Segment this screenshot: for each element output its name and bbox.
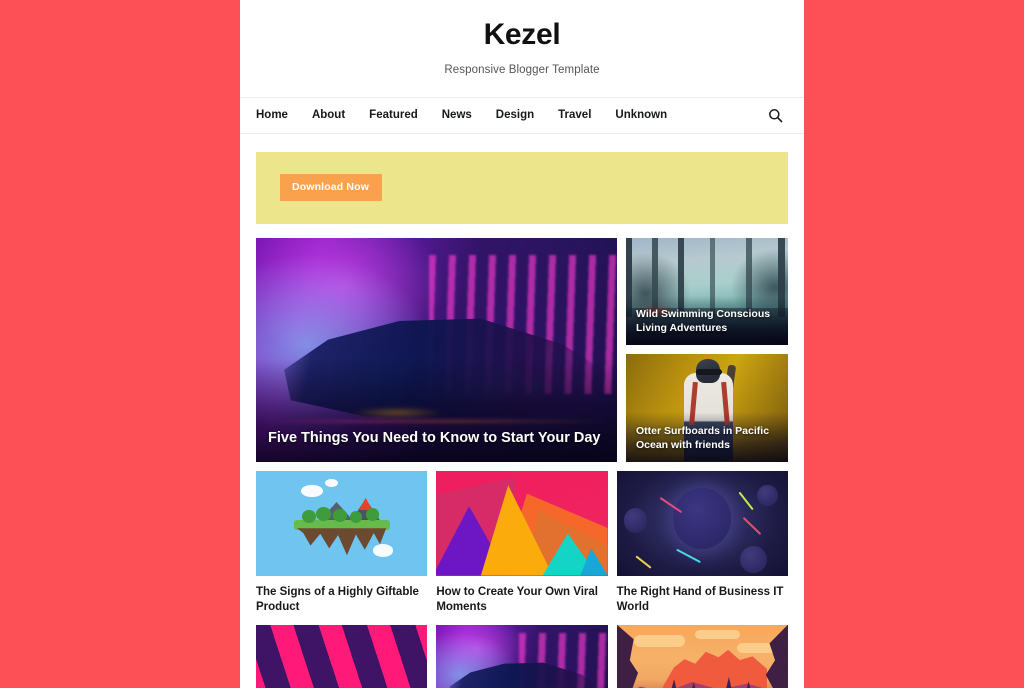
nav-item-travel[interactable]: Travel [558, 109, 607, 121]
nav-item-design[interactable]: Design [496, 109, 550, 121]
featured-hero-card[interactable]: Five Things You Need to Know to Start Yo… [256, 237, 617, 462]
nav-list: Home About Featured News Design Travel U… [256, 109, 764, 121]
post-grid: The Signs of a Highly Giftable Product H… [256, 470, 788, 688]
featured-side-card-1[interactable]: Wild Swimming Conscious Living Adventure… [626, 237, 788, 345]
hero-card-title: Five Things You Need to Know to Start Yo… [268, 430, 601, 447]
post-title-2: How to Create Your Own Viral Moments [436, 585, 599, 614]
post-item-3[interactable]: The Right Hand of Business IT World [616, 470, 788, 616]
search-button[interactable] [764, 104, 786, 126]
post-thumbnail-1 [256, 470, 428, 576]
post-thumbnail-3 [616, 470, 788, 576]
page-background: Kezel Responsive Blogger Template Home A… [0, 0, 1024, 688]
nav-item-news[interactable]: News [442, 109, 488, 121]
nav-item-unknown[interactable]: Unknown [615, 109, 683, 121]
page-title: Kezel [483, 18, 561, 51]
post-thumbnail-4 [256, 624, 428, 688]
site-header: Kezel Responsive Blogger Template [240, 0, 804, 76]
site-tagline: Responsive Blogger Template [444, 63, 600, 76]
post-item-6[interactable] [616, 624, 788, 688]
promo-banner: Download Now [256, 151, 788, 224]
post-title-3: The Right Hand of Business IT World [616, 585, 784, 614]
featured-grid: Five Things You Need to Know to Start Yo… [256, 237, 788, 462]
featured-side-card-2[interactable]: Otter Surfboards in Pacific Ocean with f… [626, 354, 788, 462]
post-item-4[interactable] [256, 624, 428, 688]
download-now-button[interactable]: Download Now [280, 173, 383, 202]
nav-item-featured[interactable]: Featured [369, 109, 434, 121]
post-thumbnail-2 [436, 470, 608, 576]
nav-item-home[interactable]: Home [256, 109, 304, 121]
side-card-title-1: Wild Swimming Conscious Living Adventure… [636, 308, 771, 335]
post-item-5[interactable] [436, 624, 608, 688]
post-thumbnail-6 [616, 624, 788, 688]
main-navigation: Home About Featured News Design Travel U… [240, 96, 804, 134]
post-title-1: The Signs of a Highly Giftable Product [256, 585, 419, 614]
search-icon [768, 108, 782, 122]
nav-item-about[interactable]: About [312, 109, 361, 121]
post-thumbnail-5 [436, 624, 608, 688]
post-item-1[interactable]: The Signs of a Highly Giftable Product [256, 470, 428, 616]
featured-side-stack: Wild Swimming Conscious Living Adventure… [626, 237, 788, 462]
post-item-2[interactable]: How to Create Your Own Viral Moments [436, 470, 608, 616]
site-container: Kezel Responsive Blogger Template Home A… [240, 0, 804, 688]
side-card-title-2: Otter Surfboards in Pacific Ocean with f… [636, 424, 770, 451]
